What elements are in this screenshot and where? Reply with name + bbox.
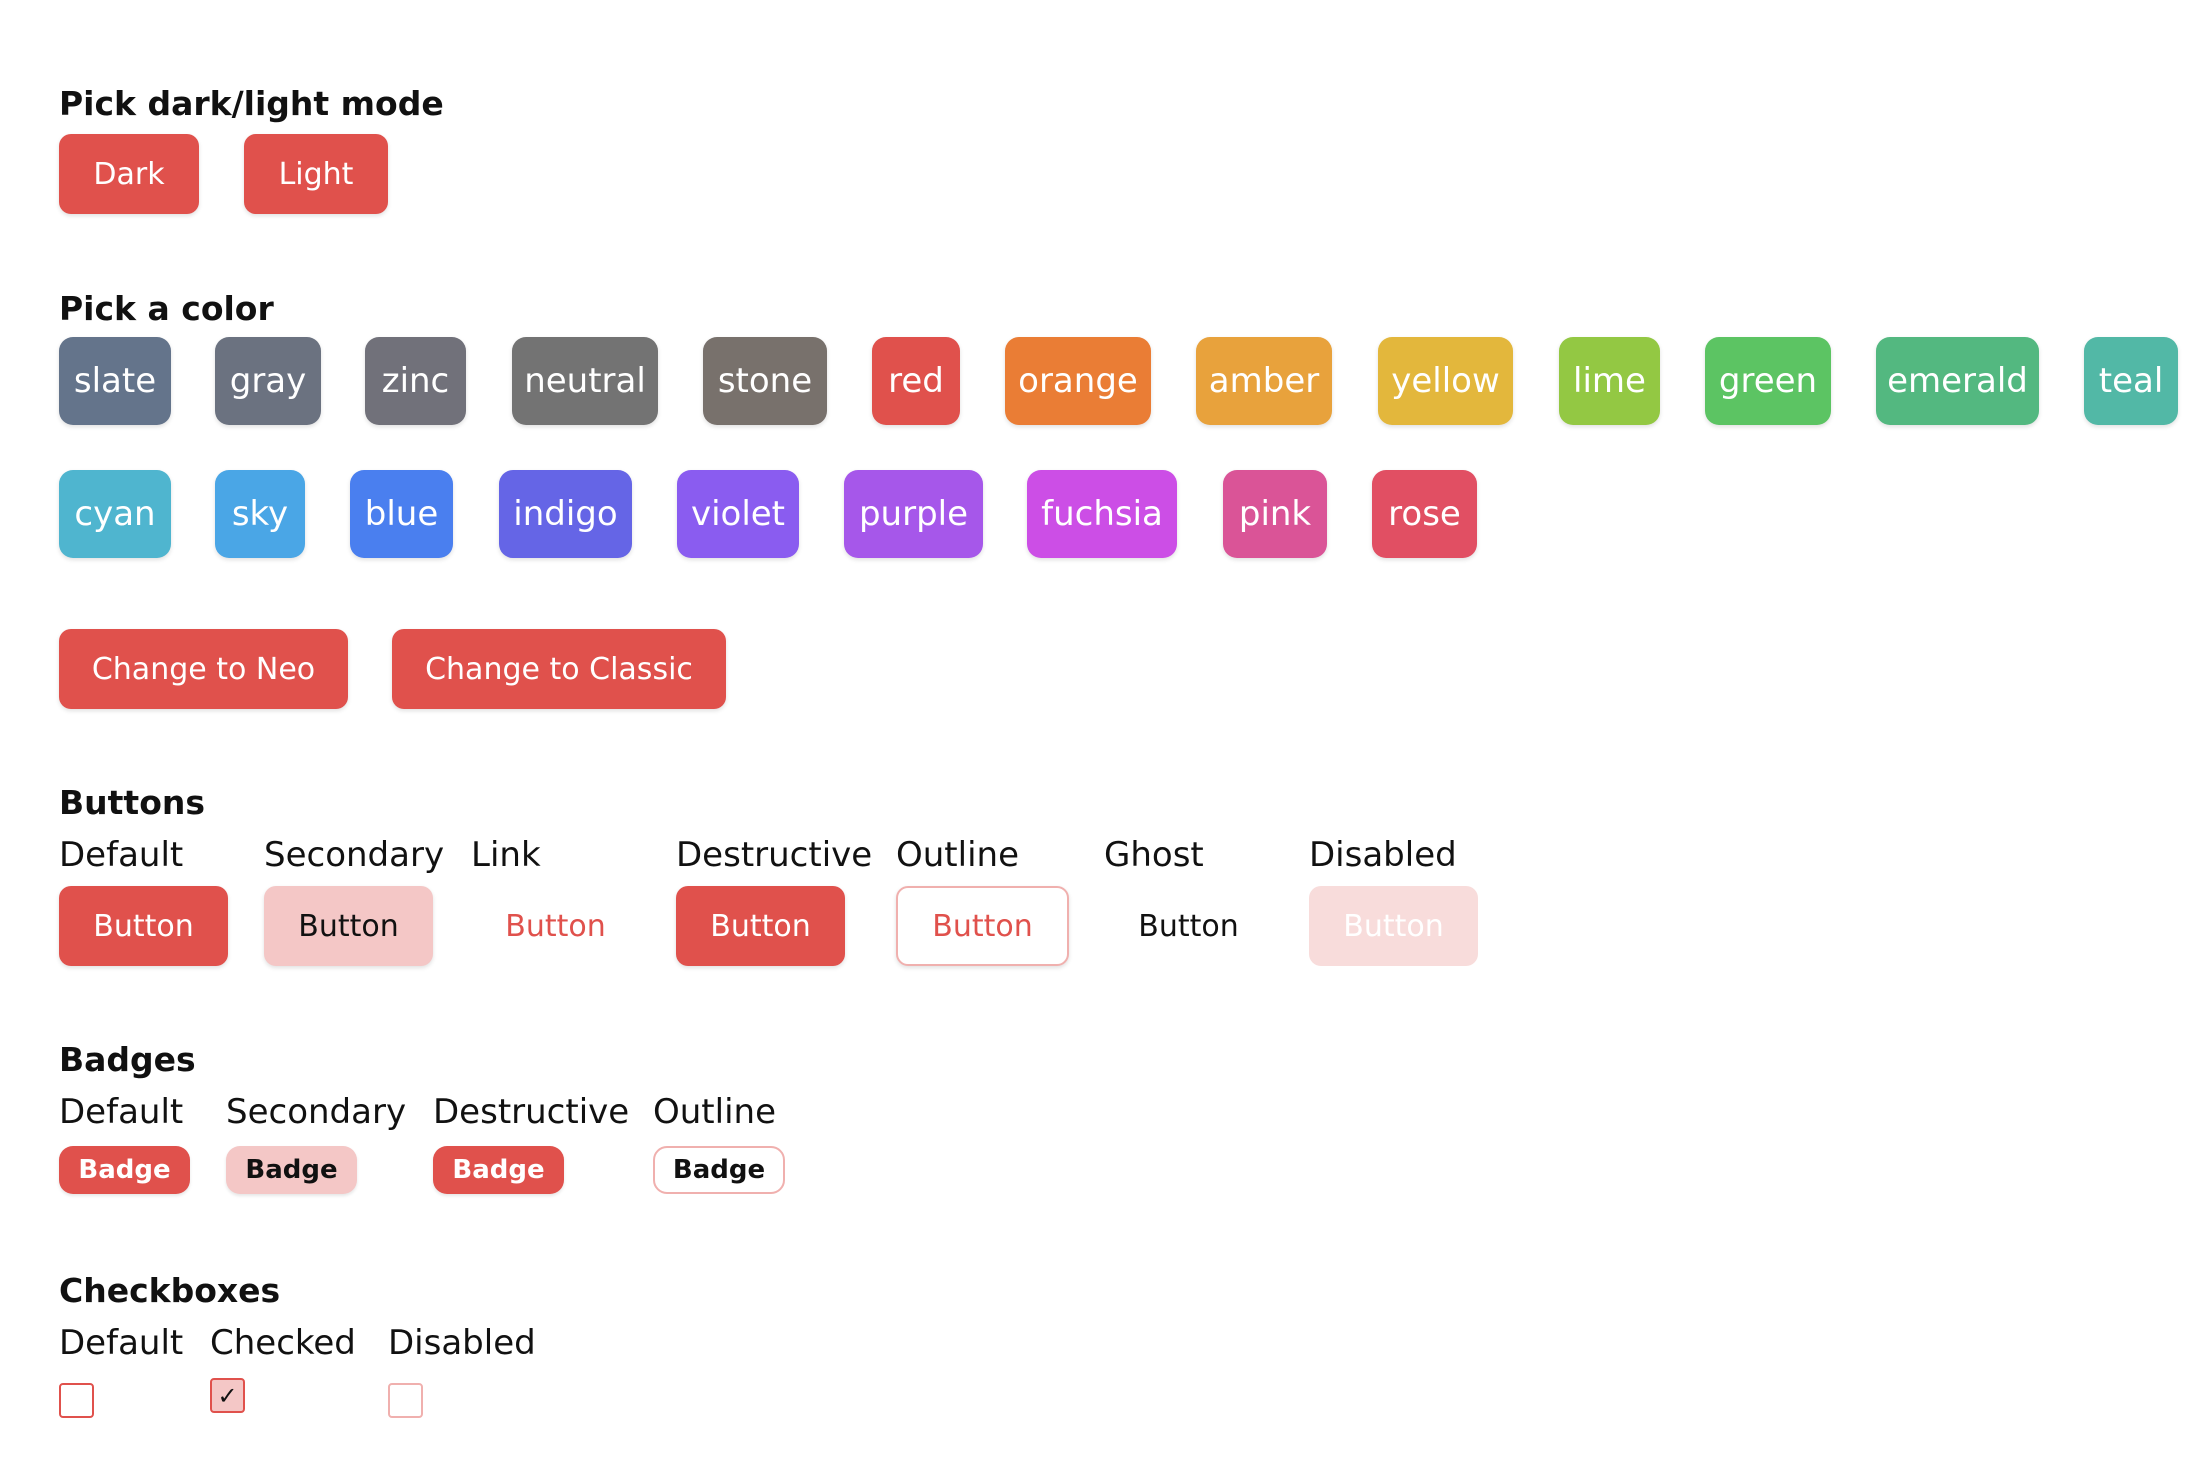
mode-heading: Pick dark/light mode — [59, 84, 444, 123]
badge-default: Badge — [59, 1146, 190, 1194]
badges-heading: Badges — [59, 1040, 196, 1079]
button-default[interactable]: Button — [59, 886, 228, 966]
color-swatch-violet[interactable]: violet — [677, 470, 799, 558]
button-variant-label-default: Default — [59, 835, 184, 875]
button-ghost[interactable]: Button — [1104, 886, 1273, 966]
color-swatch-cyan[interactable]: cyan — [59, 470, 171, 558]
checkbox-label-default: Default — [59, 1323, 184, 1363]
color-swatch-teal[interactable]: teal — [2084, 337, 2178, 425]
button-variant-label-secondary: Secondary — [264, 835, 445, 875]
color-swatch-amber[interactable]: amber — [1196, 337, 1332, 425]
color-swatch-lime[interactable]: lime — [1559, 337, 1660, 425]
color-swatch-neutral[interactable]: neutral — [512, 337, 658, 425]
checkbox-label-checked: Checked — [210, 1323, 356, 1363]
color-swatch-green[interactable]: green — [1705, 337, 1831, 425]
buttons-heading: Buttons — [59, 783, 206, 822]
badge-variant-label-destructive: Destructive — [433, 1092, 630, 1132]
color-swatch-fuchsia[interactable]: fuchsia — [1027, 470, 1177, 558]
color-swatch-rose[interactable]: rose — [1372, 470, 1477, 558]
button-variant-label-link: Link — [471, 835, 541, 875]
light-mode-button[interactable]: Light — [244, 134, 388, 214]
button-outline[interactable]: Button — [896, 886, 1069, 966]
color-swatch-pink[interactable]: pink — [1223, 470, 1327, 558]
badge-variant-label-outline: Outline — [653, 1092, 777, 1132]
checkbox-default[interactable] — [59, 1383, 94, 1418]
button-variant-label-destructive: Destructive — [676, 835, 873, 875]
color-swatch-red[interactable]: red — [872, 337, 960, 425]
change-to-classic-button[interactable]: Change to Classic — [392, 629, 726, 709]
checkmark-icon: ✓ — [217, 1381, 238, 1410]
button-variant-label-disabled: Disabled — [1309, 835, 1457, 875]
color-swatch-gray[interactable]: gray — [215, 337, 321, 425]
button-destructive[interactable]: Button — [676, 886, 845, 966]
button-variant-label-outline: Outline — [896, 835, 1020, 875]
color-swatch-purple[interactable]: purple — [844, 470, 983, 558]
dark-mode-button[interactable]: Dark — [59, 134, 199, 214]
badge-destructive: Badge — [433, 1146, 564, 1194]
button-variant-label-ghost: Ghost — [1104, 835, 1204, 875]
color-swatch-yellow[interactable]: yellow — [1378, 337, 1513, 425]
color-heading: Pick a color — [59, 289, 274, 328]
badge-variant-label-secondary: Secondary — [226, 1092, 407, 1132]
change-to-neo-button[interactable]: Change to Neo — [59, 629, 348, 709]
checkbox-checked[interactable]: ✓ — [210, 1378, 245, 1413]
checkbox-disabled — [388, 1383, 423, 1418]
badge-variant-label-default: Default — [59, 1092, 184, 1132]
color-swatch-orange[interactable]: orange — [1005, 337, 1151, 425]
color-swatch-blue[interactable]: blue — [350, 470, 453, 558]
checkboxes-heading: Checkboxes — [59, 1271, 281, 1310]
color-swatch-slate[interactable]: slate — [59, 337, 171, 425]
color-swatch-sky[interactable]: sky — [215, 470, 305, 558]
checkbox-label-disabled: Disabled — [388, 1323, 536, 1363]
button-secondary[interactable]: Button — [264, 886, 433, 966]
color-swatch-stone[interactable]: stone — [703, 337, 827, 425]
color-swatch-emerald[interactable]: emerald — [1876, 337, 2039, 425]
badge-secondary: Badge — [226, 1146, 357, 1194]
button-disabled: Button — [1309, 886, 1478, 966]
color-swatch-zinc[interactable]: zinc — [365, 337, 466, 425]
badge-outline: Badge — [653, 1146, 785, 1194]
color-swatch-indigo[interactable]: indigo — [499, 470, 632, 558]
button-link[interactable]: Button — [471, 886, 640, 966]
